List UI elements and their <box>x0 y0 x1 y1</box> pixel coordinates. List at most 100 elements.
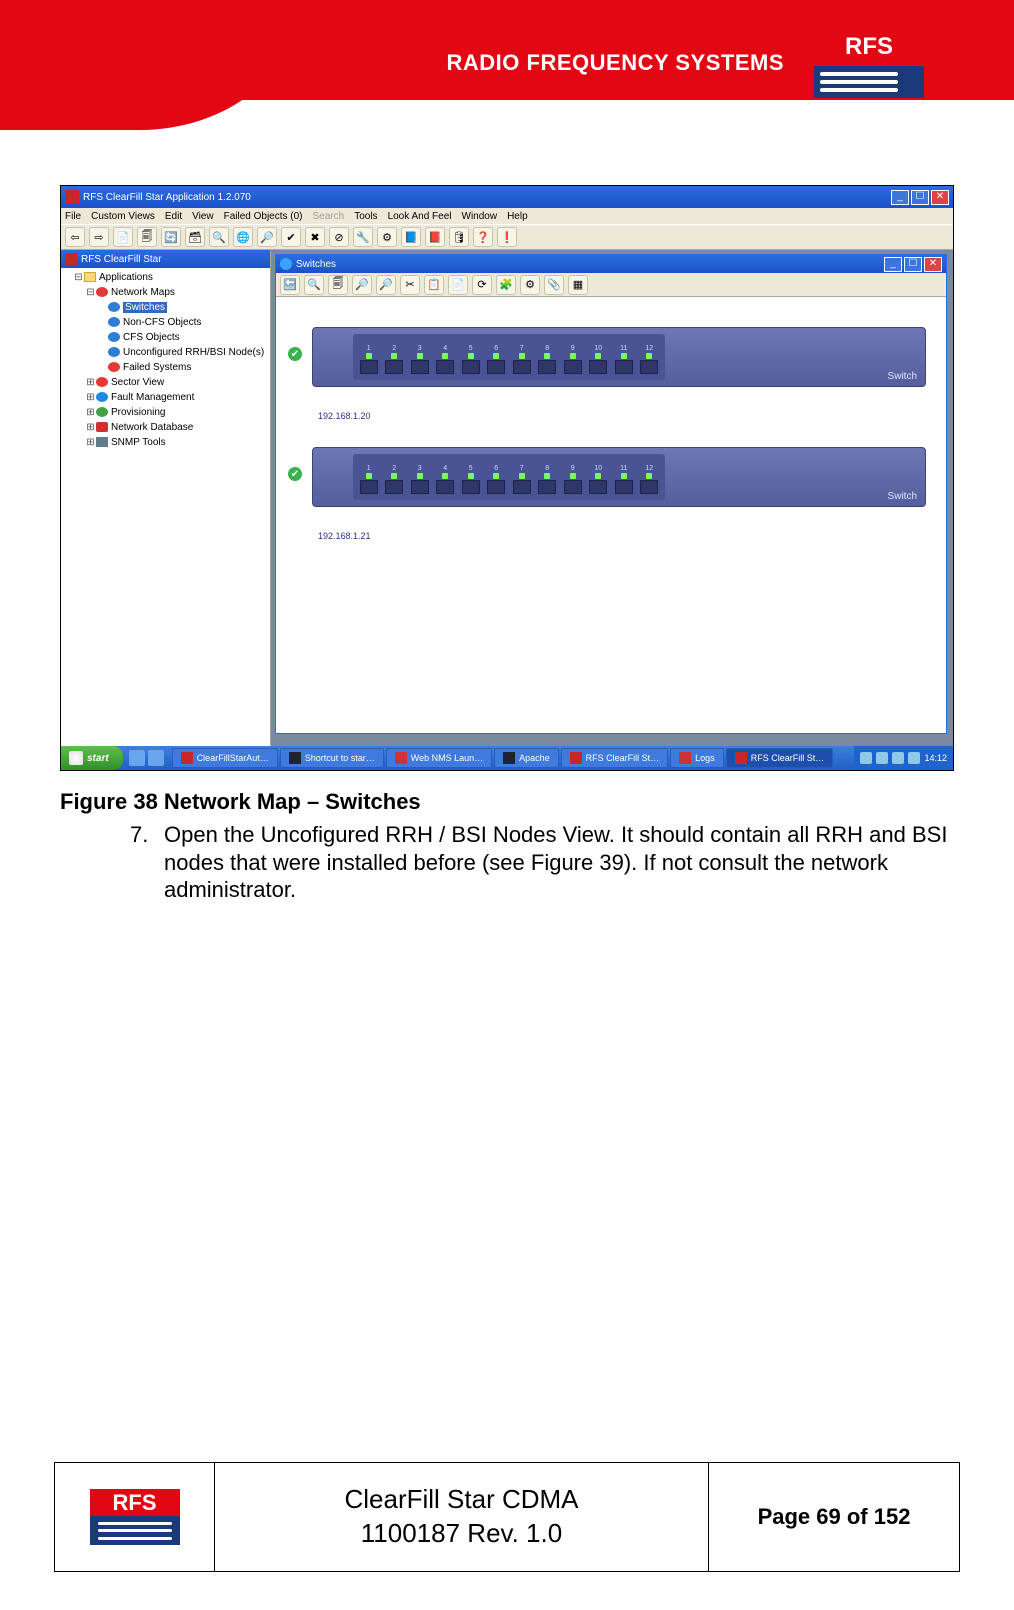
tree-item-non-cfs-objects[interactable]: Non-CFS Objects <box>63 315 268 330</box>
tree-item-network-database[interactable]: ⊞Network Database <box>63 420 268 435</box>
toolbar-button[interactable]: 🌐 <box>233 227 253 247</box>
switch-port[interactable]: 11 <box>614 465 634 494</box>
toolbar-button[interactable]: ⇨ <box>89 227 109 247</box>
tree-item-unconfigured-rrh-bsi-node-s-[interactable]: Unconfigured RRH/BSI Node(s) <box>63 345 268 360</box>
menu-custom-views[interactable]: Custom Views <box>91 211 155 222</box>
toolbar-button[interactable]: 🔧 <box>353 227 373 247</box>
switch-port[interactable]: 10 <box>589 345 609 374</box>
toolbar-button[interactable]: ✔ <box>281 227 301 247</box>
toolbar-button[interactable]: ✖ <box>305 227 325 247</box>
switch-port[interactable]: 1 <box>359 345 379 374</box>
taskbar-item[interactable]: Web NMS Laun… <box>386 748 492 768</box>
switch-port[interactable]: 2 <box>385 465 405 494</box>
menu-look-and-feel[interactable]: Look And Feel <box>388 211 452 222</box>
toolbar-button[interactable]: 📘 <box>401 227 421 247</box>
switch-device[interactable]: ✔123456789101112Switch192.168.1.20 <box>312 327 926 407</box>
tree-item-sector-view[interactable]: ⊞Sector View <box>63 375 268 390</box>
switch-port[interactable]: 9 <box>563 465 583 494</box>
child-toolbar-button[interactable]: 🔎 <box>376 275 396 295</box>
switch-port[interactable]: 11 <box>614 345 634 374</box>
toolbar-button[interactable]: ⊘ <box>329 227 349 247</box>
tree-item-failed-systems[interactable]: Failed Systems <box>63 360 268 375</box>
menu-edit[interactable]: Edit <box>165 211 182 222</box>
menu-file[interactable]: File <box>65 211 81 222</box>
toolbar-button[interactable]: ⇦ <box>65 227 85 247</box>
maximize-button[interactable]: ☐ <box>911 190 929 205</box>
child-toolbar-button[interactable]: 📄 <box>448 275 468 295</box>
tree-item-applications[interactable]: ⊟Applications <box>63 270 268 285</box>
menu-tools[interactable]: Tools <box>354 211 377 222</box>
toolbar-button[interactable]: 🔎 <box>257 227 277 247</box>
taskbar-item[interactable]: ClearFillStarAut… <box>172 748 278 768</box>
switch-port[interactable]: 10 <box>589 465 609 494</box>
menu-failed-objects-0-[interactable]: Failed Objects (0) <box>224 211 303 222</box>
child-toolbar-button[interactable]: ▦ <box>568 275 588 295</box>
taskbar-item[interactable]: Logs <box>670 748 724 768</box>
taskbar-item[interactable]: Shortcut to star… <box>280 748 384 768</box>
tree-item-network-maps[interactable]: ⊟Network Maps <box>63 285 268 300</box>
switch-port[interactable]: 12 <box>640 345 660 374</box>
quick-launch-icon[interactable] <box>148 750 164 766</box>
switch-port[interactable]: 12 <box>640 465 660 494</box>
switch-port[interactable]: 8 <box>538 345 558 374</box>
menu-window[interactable]: Window <box>462 211 498 222</box>
toolbar-button[interactable]: ⚙ <box>377 227 397 247</box>
tree-item-snmp-tools[interactable]: ⊞SNMP Tools <box>63 435 268 450</box>
toolbar-button[interactable]: 🗐 <box>137 227 157 247</box>
tray-icon[interactable] <box>860 752 872 764</box>
toolbar-button[interactable]: ❗ <box>497 227 517 247</box>
logo-waves-icon <box>814 66 924 98</box>
child-minimize-button[interactable]: _ <box>884 257 902 272</box>
switch-port[interactable]: 1 <box>359 465 379 494</box>
taskbar-item[interactable]: RFS ClearFill St… <box>561 748 669 768</box>
switch-port[interactable]: 7 <box>512 465 532 494</box>
taskbar-item[interactable]: RFS ClearFill St… <box>726 748 834 768</box>
menu-view[interactable]: View <box>192 211 214 222</box>
tree-item-switches[interactable]: Switches <box>63 300 268 315</box>
tree-item-fault-management[interactable]: ⊞Fault Management <box>63 390 268 405</box>
tray-icon[interactable] <box>892 752 904 764</box>
child-toolbar-button[interactable]: 🔙 <box>280 275 300 295</box>
switch-port[interactable]: 2 <box>385 345 405 374</box>
switch-port[interactable]: 3 <box>410 345 430 374</box>
child-toolbar-button[interactable]: 🔎 <box>352 275 372 295</box>
switch-port[interactable]: 6 <box>487 465 507 494</box>
child-toolbar-button[interactable]: 📎 <box>544 275 564 295</box>
switch-port[interactable]: 5 <box>461 465 481 494</box>
child-maximize-button[interactable]: ☐ <box>904 257 922 272</box>
tray-icon[interactable] <box>876 752 888 764</box>
switch-port[interactable]: 6 <box>487 345 507 374</box>
switch-port[interactable]: 8 <box>538 465 558 494</box>
child-toolbar-button[interactable]: 🧩 <box>496 275 516 295</box>
switch-port[interactable]: 9 <box>563 345 583 374</box>
toolbar-button[interactable]: ❓ <box>473 227 493 247</box>
toolbar-button[interactable]: 🔍 <box>209 227 229 247</box>
child-close-button[interactable]: ✕ <box>924 257 942 272</box>
start-button[interactable]: start <box>61 746 123 770</box>
child-toolbar-button[interactable]: ⚙ <box>520 275 540 295</box>
close-button[interactable]: ✕ <box>931 190 949 205</box>
child-toolbar-button[interactable]: ✂ <box>400 275 420 295</box>
toolbar-button[interactable]: 🗃 <box>185 227 205 247</box>
tree-item-cfs-objects[interactable]: CFS Objects <box>63 330 268 345</box>
switch-port[interactable]: 5 <box>461 345 481 374</box>
switch-port[interactable]: 4 <box>436 465 456 494</box>
toolbar-button[interactable]: 📕 <box>425 227 445 247</box>
switch-port[interactable]: 4 <box>436 345 456 374</box>
toolbar-button[interactable]: 📄 <box>113 227 133 247</box>
menu-help[interactable]: Help <box>507 211 528 222</box>
child-toolbar-button[interactable]: ⟳ <box>472 275 492 295</box>
child-toolbar-button[interactable]: 🗐 <box>328 275 348 295</box>
toolbar-button[interactable]: 🛢 <box>449 227 469 247</box>
switch-port[interactable]: 7 <box>512 345 532 374</box>
switch-device[interactable]: ✔123456789101112Switch192.168.1.21 <box>312 447 926 527</box>
switch-port[interactable]: 3 <box>410 465 430 494</box>
toolbar-button[interactable]: 🔄 <box>161 227 181 247</box>
child-toolbar-button[interactable]: 📋 <box>424 275 444 295</box>
taskbar-item[interactable]: Apache <box>494 748 559 768</box>
tray-icon[interactable] <box>908 752 920 764</box>
quick-launch-icon[interactable] <box>129 750 145 766</box>
minimize-button[interactable]: _ <box>891 190 909 205</box>
tree-item-provisioning[interactable]: ⊞Provisioning <box>63 405 268 420</box>
child-toolbar-button[interactable]: 🔍 <box>304 275 324 295</box>
